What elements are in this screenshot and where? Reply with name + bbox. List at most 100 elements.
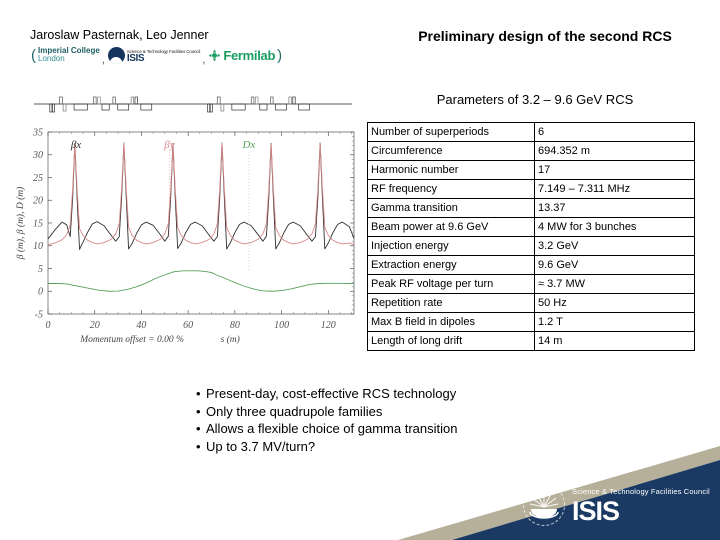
- legend-label-Dx: Dx: [241, 139, 255, 151]
- lattice-magnet-blocks: [49, 96, 310, 113]
- lattice-element: [292, 96, 296, 105]
- parameter-value: 4 MW for 3 bunches: [534, 217, 695, 237]
- lattice-element: [130, 96, 134, 105]
- slide-title: Preliminary design of the second RCS: [418, 28, 672, 44]
- parameter-name: Number of superperiods: [367, 122, 535, 142]
- table-row: Number of superperiods 6: [367, 122, 695, 142]
- table-row: RF frequency 7.149 – 7.311 MHz: [367, 179, 695, 199]
- close-paren: ): [277, 46, 283, 64]
- twiss-chart-panel: -5 0 5 10 15 20 25 30 35 0 20 40 60 80 100 120 βx βy Dx …: [12, 86, 364, 366]
- affiliation-logo-row: ( Imperial College London , Science & Te…: [30, 44, 360, 66]
- parameter-name: Max B field in dipoles: [367, 312, 535, 332]
- lattice-element: [93, 96, 97, 105]
- imperial-college-logo: Imperial College London: [37, 46, 101, 64]
- lattice-element: [298, 103, 310, 111]
- author-block: Jaroslaw Pasternak, Leo Jenner ( Imperia…: [30, 28, 360, 66]
- isis-logo-text: Science & Technology Facilities Council …: [126, 48, 200, 64]
- parameter-value: 50 Hz: [534, 293, 695, 313]
- table-row: Circumference 694.352 m: [367, 141, 695, 161]
- fermilab-logo: Fermilab: [207, 48, 276, 63]
- svg-text:80: 80: [230, 320, 240, 331]
- parameter-value: 6: [534, 122, 695, 142]
- parameter-name: Beam power at 9.6 GeV: [367, 217, 535, 237]
- bullet-text: Present-day, cost-effective RCS technolo…: [206, 386, 457, 401]
- fermilab-wordmark: Fermilab: [223, 47, 276, 63]
- isis-sunburst-icon: [107, 46, 125, 64]
- bullet-marker-icon: •: [196, 386, 201, 401]
- parameter-value: 1.2 T: [534, 312, 695, 332]
- list-item: • Up to 3.7 MV/turn?: [196, 438, 616, 456]
- svg-text:5: 5: [38, 264, 43, 275]
- lattice-element: [275, 103, 287, 111]
- parameters-table: Number of superperiods 6 Circumference 694.…: [367, 122, 695, 351]
- lattice-element: [216, 96, 221, 105]
- open-paren: (: [31, 46, 36, 64]
- footer-isis-logo: Science & Technology Facilities Council …: [523, 484, 710, 526]
- svg-text:25: 25: [33, 173, 43, 184]
- footer-isis-wordmark: ISIS: [572, 495, 620, 526]
- x-axis-label: s (m): [221, 334, 240, 345]
- lattice-element: [270, 96, 274, 105]
- parameter-value: ≈ 3.7 MW: [534, 274, 695, 294]
- lattice-element: [52, 103, 55, 113]
- svg-text:20: 20: [33, 196, 43, 207]
- lattice-element: [73, 103, 88, 111]
- table-row: Extraction energy 9.6 GeV: [367, 255, 695, 275]
- svg-text:35: 35: [32, 127, 43, 138]
- parameter-name: Gamma transition: [367, 198, 535, 218]
- footer-logo-text: Science & Technology Facilities Council …: [572, 486, 710, 525]
- lattice-element: [250, 96, 255, 105]
- legend-label-βx: βx: [70, 139, 81, 151]
- parameter-name: Peak RF voltage per turn: [367, 274, 535, 294]
- bullet-marker-icon: •: [196, 421, 201, 436]
- table-row: Max B field in dipoles 1.2 T: [367, 312, 695, 332]
- parameter-value: 3.2 GeV: [534, 236, 695, 256]
- lattice-element: [231, 103, 246, 111]
- lattice-element: [288, 96, 292, 105]
- svg-text:20: 20: [90, 320, 100, 331]
- parameters-subtitle: Parameters of 3.2 – 9.6 GeV RCS: [436, 92, 634, 107]
- list-item: • Only three quadrupole families: [196, 403, 616, 421]
- bullet-marker-icon: •: [196, 438, 201, 454]
- bullet-text: Allows a flexible choice of gamma transi…: [206, 421, 458, 436]
- list-item: • Present-day, cost-effective RCS technol…: [196, 385, 616, 403]
- fermilab-mark-icon: [208, 49, 221, 62]
- svg-text:0: 0: [38, 287, 43, 298]
- lattice-element: [59, 96, 63, 105]
- parameter-value: 9.6 GeV: [534, 255, 695, 275]
- lattice-element: [209, 103, 213, 113]
- svg-text:100: 100: [274, 320, 289, 331]
- lattice-element: [49, 103, 53, 113]
- lattice-element: [62, 103, 67, 112]
- lattice-element: [255, 96, 259, 105]
- slide-header: Jaroslaw Pasternak, Leo Jenner ( Imperia…: [0, 0, 720, 80]
- bullet-marker-icon: •: [196, 403, 201, 419]
- footer-stfc-line: Science & Technology Facilities Council: [572, 486, 710, 496]
- svg-text:-5: -5: [35, 309, 43, 320]
- author-names: Jaroslaw Pasternak, Leo Jenner: [30, 28, 209, 42]
- lattice-element: [140, 103, 153, 111]
- isis-logo: Science & Technology Facilities Council …: [107, 46, 201, 64]
- svg-text:120: 120: [321, 320, 336, 331]
- table-row: Gamma transition 13.37: [367, 198, 695, 218]
- lattice-element: [220, 103, 225, 112]
- svg-text:0: 0: [46, 320, 51, 331]
- footer-sunburst-icon: [523, 484, 565, 526]
- plot-y-tick-labels: -5 0 5 10 15 20 25 30 35: [32, 127, 43, 320]
- parameter-value: 13.37: [534, 198, 695, 218]
- parameter-name: Injection energy: [367, 236, 535, 256]
- parameter-name: Extraction energy: [367, 255, 535, 275]
- lattice-element: [112, 96, 116, 105]
- bullet-text: Up to 3.7 MV/turn?: [206, 438, 316, 454]
- parameter-name: Repetition rate: [367, 293, 535, 313]
- table-row: Length of long drift 14 m: [367, 331, 695, 351]
- parameter-value: 14 m: [534, 331, 695, 351]
- lattice-element: [117, 103, 130, 111]
- isis-logo-wordmark: ISIS: [126, 53, 145, 64]
- bullet-list: • Present-day, cost-effective RCS technol…: [196, 385, 616, 455]
- momentum-offset-annotation: Momentum offset = 0.00 %: [79, 334, 184, 345]
- lattice-element: [259, 103, 268, 111]
- legend-label-βy: βy: [163, 139, 174, 151]
- table-row: Peak RF voltage per turn ≈ 3.7 MW: [367, 274, 695, 294]
- table-row: Harmonic number 17: [367, 160, 695, 180]
